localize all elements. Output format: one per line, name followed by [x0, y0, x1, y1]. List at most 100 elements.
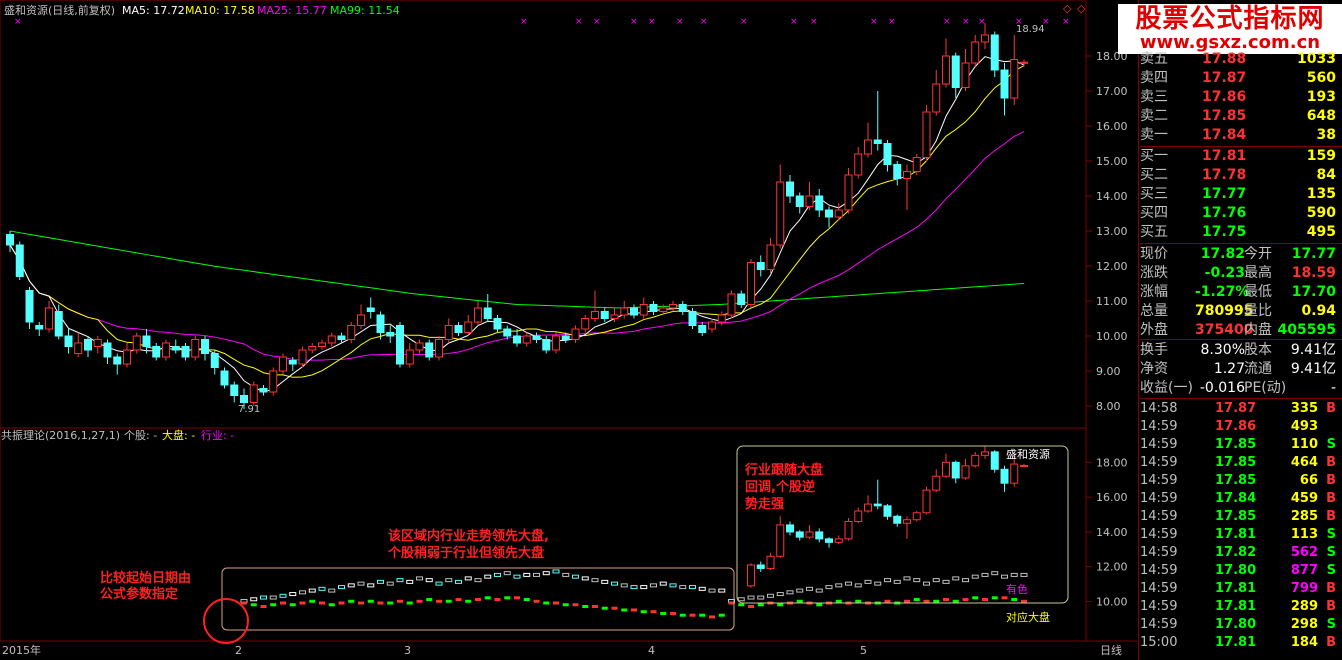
candle-body — [922, 111, 931, 158]
market-bar — [601, 606, 608, 610]
tick-row[interactable]: 14:59 17.85 285 B — [1140, 508, 1340, 526]
tick-row[interactable]: 14:59 17.85 110 S — [1140, 436, 1340, 454]
market-bar — [299, 601, 306, 605]
chart-grid: 18.00 17.00 16.00 15.00 14.00 13.00 12.00 11.00… — [0, 0, 1138, 657]
candle-body — [532, 335, 541, 340]
candle-body — [54, 311, 63, 337]
candle-body — [766, 244, 775, 270]
quote-label-2: 最低 — [1244, 284, 1272, 300]
ob-price: 17.76 — [1202, 205, 1247, 221]
market-bar — [280, 601, 286, 605]
industry-bar — [737, 597, 745, 602]
tick-side: S — [1326, 563, 1336, 578]
sub-candle-body — [971, 454, 980, 467]
logo-title: 股票公式指标网 — [1135, 4, 1325, 34]
expand-icon[interactable]: ◇ — [1063, 2, 1072, 15]
ma25-label: MA25: 15.77 — [257, 4, 327, 17]
tick-time: 14:59 — [1140, 437, 1178, 452]
candle-body — [825, 209, 833, 218]
sub-candle-body — [786, 524, 794, 533]
order-book-row[interactable]: 买三 17.77 135 — [1140, 185, 1340, 204]
tick-row[interactable]: 14:59 17.80 298 S — [1140, 616, 1340, 634]
tick-time: 14:59 — [1140, 545, 1178, 560]
resonance-indicator-panel — [240, 445, 1028, 619]
order-book-row[interactable]: 买四 17.76 590 — [1140, 204, 1340, 223]
indicator-title: 共振理论(2016,1,27,1) — [1, 428, 120, 442]
tick-row[interactable]: 14:58 17.87 335 B — [1140, 400, 1340, 418]
series-label-stock: 盛和资源 — [1006, 447, 1050, 461]
candle-body — [1020, 61, 1028, 64]
industry-bar — [991, 571, 999, 576]
candle-body — [84, 339, 92, 351]
order-book-row[interactable]: 卖三 17.86 193 — [1140, 88, 1340, 107]
tick-row[interactable]: 15:00 17.81 184 B — [1140, 634, 1340, 652]
market-bar — [1011, 598, 1018, 602]
market-bar — [816, 603, 823, 607]
candle-body — [786, 181, 794, 197]
sub-candle-body — [766, 555, 775, 569]
stats-row: 收益(一) -0.016 PE(动) - — [1140, 379, 1340, 398]
market-bar — [718, 613, 725, 617]
ma99-line — [9, 230, 1025, 309]
candle-body — [474, 307, 482, 323]
series-label-market: 对应大盘 — [1006, 610, 1050, 624]
site-logo: 股票公式指标网 www.gsxz.com.cn — [1118, 4, 1342, 54]
tick-price: 17.81 — [1215, 599, 1257, 614]
signal-marker: × — [648, 17, 656, 27]
tick-side: S — [1326, 617, 1336, 632]
order-book-row[interactable]: 买一 17.81 159 — [1140, 147, 1340, 166]
tick-row[interactable]: 14:59 17.81 799 B — [1140, 580, 1340, 598]
order-book-row[interactable]: 卖五 17.88 1033 — [1140, 50, 1340, 69]
tick-row[interactable]: 14:59 17.85 464 B — [1140, 454, 1340, 472]
market-bar — [465, 599, 472, 603]
candle-body — [123, 349, 131, 365]
order-book-row[interactable]: 卖四 17.87 560 — [1140, 69, 1340, 88]
industry-bar — [367, 583, 375, 588]
quote-label-1: 涨跌 — [1140, 265, 1168, 281]
industry-bar — [601, 579, 609, 584]
industry-bar — [386, 581, 394, 586]
kline-chart[interactable]: 18.00 17.00 16.00 15.00 14.00 13.00 12.00 11.00… — [0, 0, 1138, 660]
signal-marker: × — [870, 17, 878, 27]
stats-value-2: - — [1330, 380, 1336, 396]
order-book-row[interactable]: 买五 17.75 495 — [1140, 223, 1340, 242]
candle-body — [776, 181, 785, 246]
tick-price: 17.85 — [1215, 455, 1257, 470]
sub-candle-body — [932, 475, 941, 491]
candle-body — [669, 304, 677, 309]
industry-bar — [952, 576, 960, 581]
order-book-row[interactable]: 卖二 17.85 648 — [1140, 107, 1340, 126]
sub-candle-body — [873, 503, 882, 507]
industry-bar — [757, 595, 765, 600]
order-book-row[interactable]: 卖一 17.84 38 — [1140, 126, 1340, 145]
tick-row[interactable]: 14:59 17.81 113 S — [1140, 526, 1340, 544]
tick-price: 17.81 — [1215, 635, 1257, 650]
industry-bar — [679, 585, 687, 590]
menu-icon[interactable]: ◇ — [1077, 2, 1086, 15]
candle-body — [415, 342, 424, 351]
market-bar — [533, 599, 540, 603]
order-book-row[interactable]: 买二 17.78 84 — [1140, 166, 1340, 185]
signal-marker: × — [593, 17, 601, 27]
quote-label-2: 量比 — [1244, 303, 1272, 319]
industry-bar — [533, 572, 540, 577]
quote-value-1: 375400 — [1195, 322, 1254, 338]
sub-candle-body — [1000, 468, 1009, 484]
candle-body — [425, 342, 434, 358]
sub-candle-body — [864, 503, 872, 512]
tick-row[interactable]: 14:59 17.84 459 B — [1140, 490, 1340, 508]
tick-row[interactable]: 14:59 17.80 877 S — [1140, 562, 1340, 580]
candle-body — [581, 318, 590, 330]
candle-body — [493, 318, 502, 330]
candle-body — [961, 62, 970, 88]
period-label[interactable]: 日线 — [1100, 643, 1122, 657]
industry-bar — [786, 590, 794, 595]
ob-label: 买二 — [1140, 167, 1168, 183]
ob-label: 卖四 — [1140, 70, 1168, 86]
tick-row[interactable]: 14:59 17.82 562 S — [1140, 544, 1340, 562]
tick-row[interactable]: 14:59 17.85 66 B — [1140, 472, 1340, 490]
tick-row[interactable]: 14:59 17.81 289 B — [1140, 598, 1340, 616]
market-bar — [855, 599, 862, 603]
tick-volume: 459 — [1290, 491, 1318, 506]
tick-row[interactable]: 14:59 17.86 493 — [1140, 418, 1340, 436]
